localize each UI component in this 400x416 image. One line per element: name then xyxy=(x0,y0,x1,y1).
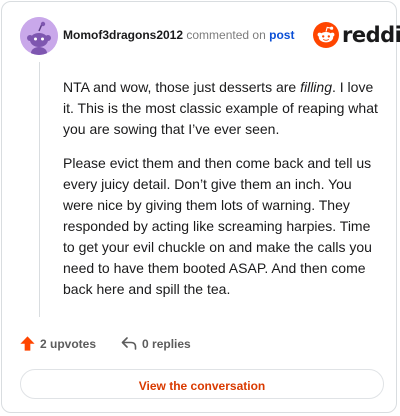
reply-arrow-icon xyxy=(121,337,137,350)
reply-button[interactable]: 0 replies xyxy=(120,335,191,352)
comment-paragraph-2: Please evict them and then come back and… xyxy=(63,155,372,297)
upvote-arrow-icon xyxy=(20,336,35,351)
comment-paragraph-1: NTA and wow, those just desserts are fil… xyxy=(63,79,378,137)
comment-actions: 2 upvotes 0 replies xyxy=(19,335,191,352)
upvote-button[interactable]: 2 upvotes xyxy=(19,335,96,352)
post-link[interactable]: post xyxy=(269,28,294,42)
thread-line[interactable] xyxy=(39,62,40,317)
comment-card: Momof3dragons2012 commented on post redd… xyxy=(1,1,400,413)
user-avatar[interactable] xyxy=(20,17,58,55)
view-conversation-button[interactable]: View the conversation xyxy=(20,369,384,399)
comment-header: Momof3dragons2012 commented on post xyxy=(63,28,294,42)
snoo-avatar-icon xyxy=(20,17,58,55)
username[interactable]: Momof3dragons2012 xyxy=(63,28,183,42)
upvote-count: 2 upvotes xyxy=(40,336,97,351)
emphasis-text: filling xyxy=(300,79,332,95)
reddit-brand[interactable]: reddit xyxy=(313,22,400,48)
commented-on-text: commented on xyxy=(186,28,266,42)
reddit-snoo-icon xyxy=(313,22,339,48)
reddit-wordmark: reddit xyxy=(342,23,400,47)
reply-count: 0 replies xyxy=(142,336,191,351)
comment-body: NTA and wow, those just desserts are fil… xyxy=(63,77,383,313)
